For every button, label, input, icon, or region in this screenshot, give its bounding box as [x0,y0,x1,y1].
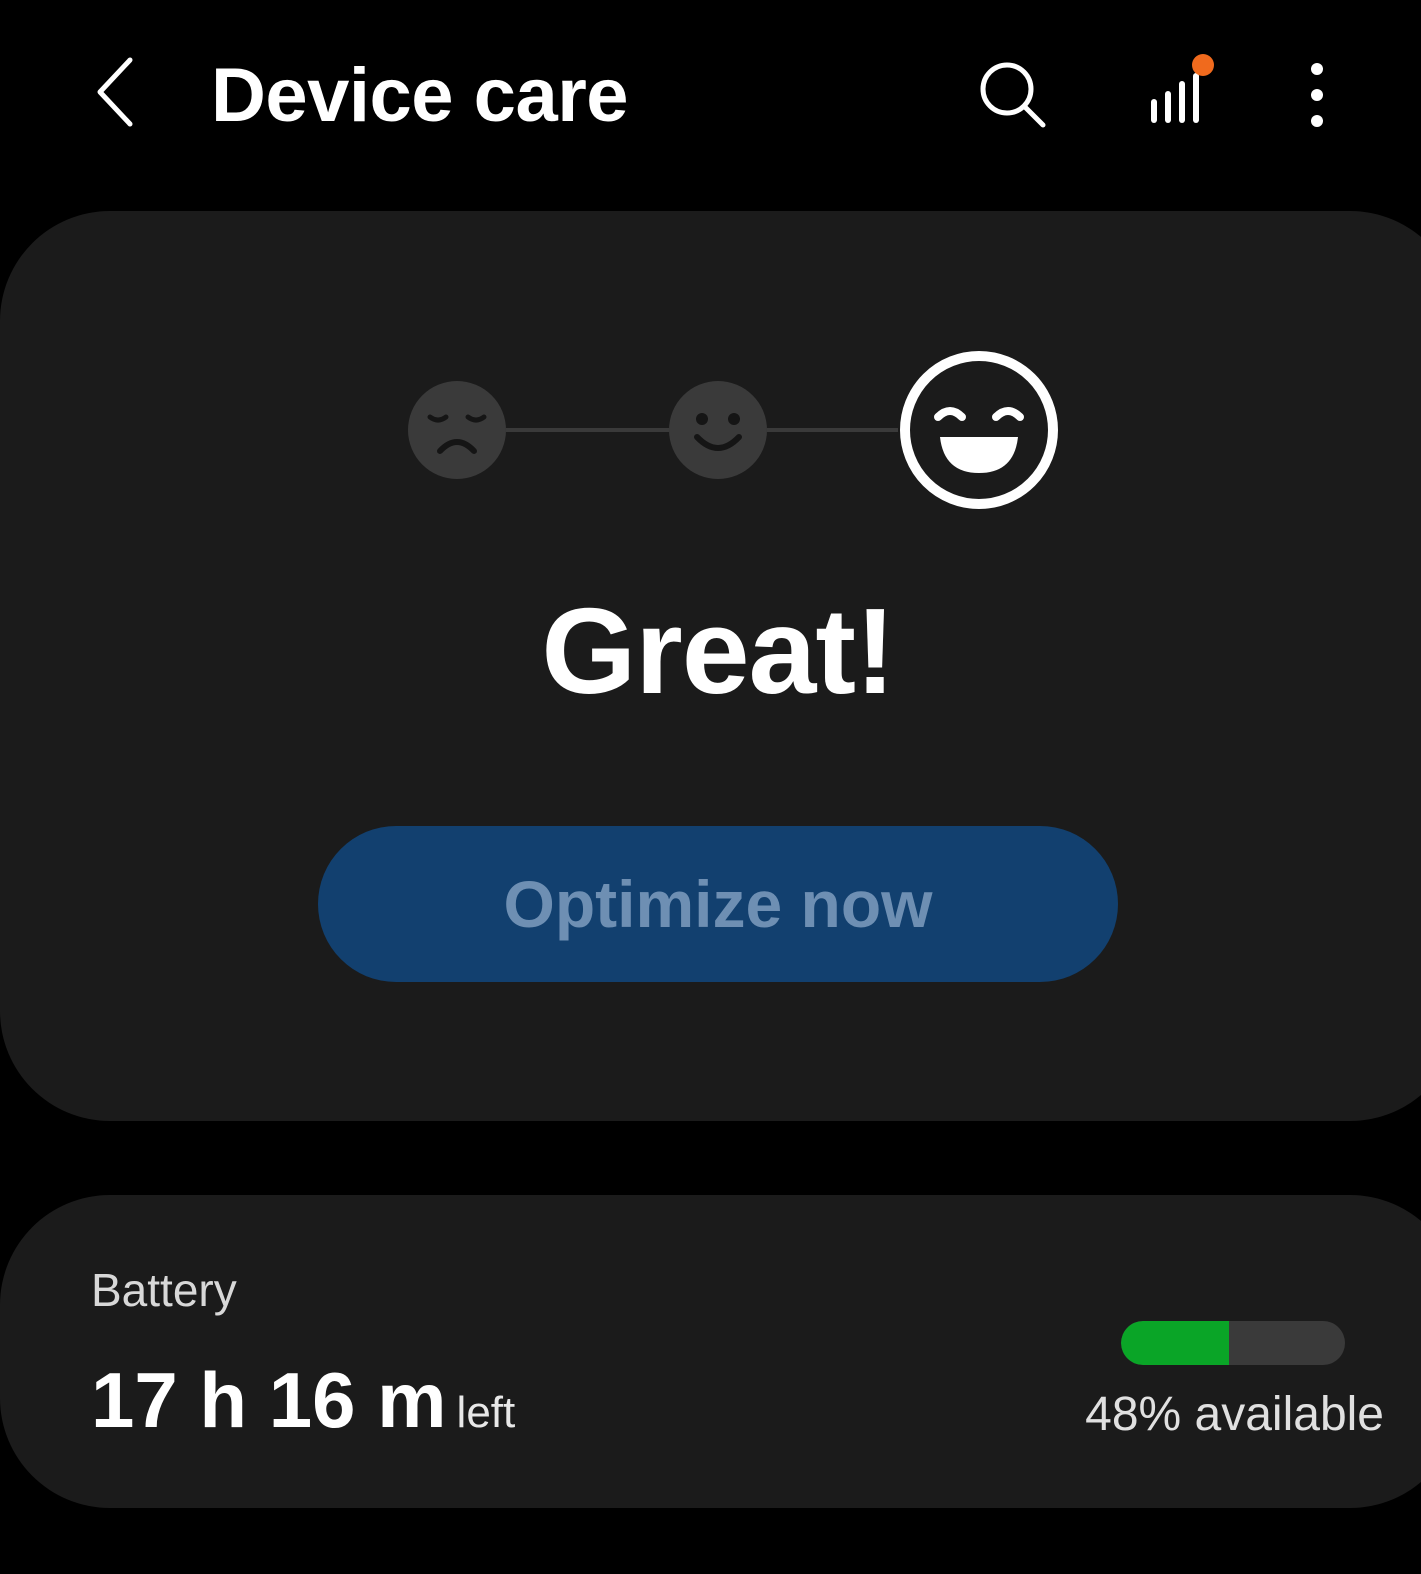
back-button[interactable] [80,50,152,134]
status-text: Great! [541,583,895,719]
rating-connector [767,428,898,432]
battery-time-suffix: left [456,1388,516,1437]
search-icon [980,62,1046,128]
battery-time-value: 17 h 16 m [91,1356,447,1444]
app-bar: Device care [0,0,1421,190]
battery-level-fill [1121,1321,1229,1365]
search-button[interactable] [968,50,1058,140]
battery-time-remaining: 17 h 16 m left [91,1355,515,1468]
diagnostics-button[interactable] [1132,50,1222,140]
sad-face-icon [408,381,506,479]
battery-label: Battery [91,1264,237,1316]
chevron-left-icon [97,57,133,127]
notification-dot [1192,54,1214,76]
rating-connector [506,428,669,432]
more-options-button[interactable] [1272,50,1362,140]
device-status-card: Great! Optimize now [0,211,1421,1121]
smile-face-icon [669,381,767,479]
page-title: Device care [211,53,629,138]
battery-available-text: 48% available [1085,1388,1384,1441]
signal-bars-icon [1151,54,1214,123]
more-vertical-icon [1311,63,1323,127]
battery-level-bar [1121,1321,1345,1365]
battery-card[interactable]: Battery 17 h 16 m left 48% available [0,1195,1421,1508]
laughing-face-icon [898,349,1060,511]
optimize-now-button[interactable]: Optimize now [318,826,1118,982]
